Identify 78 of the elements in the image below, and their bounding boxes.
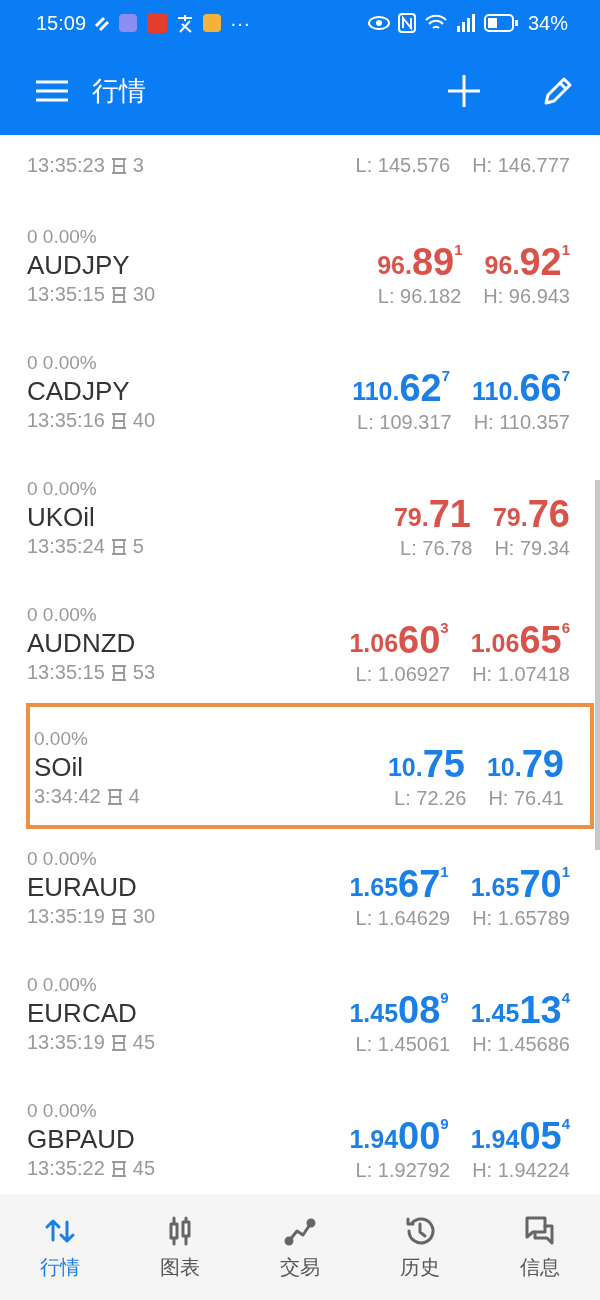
symbol-name[interactable]: GBPAUD: [27, 1124, 350, 1155]
nav-tab[interactable]: 图表: [130, 1212, 230, 1282]
ask-price: 10.79: [486, 744, 564, 783]
symbol-name[interactable]: SOil: [34, 752, 388, 783]
low-price: L: 1.06927: [355, 662, 451, 686]
high-price: H: 79.34: [494, 536, 570, 560]
change-percent: 0 0.00%: [27, 226, 98, 248]
bid-price: 10.75: [387, 744, 465, 783]
quote-time: 13:35:16: [27, 409, 105, 432]
quote-time: 13:35:22: [27, 1157, 105, 1180]
quote-time: 13:35:23: [27, 154, 105, 177]
low-price: L: 72.26: [394, 786, 467, 810]
spread-value: 45: [132, 1031, 156, 1054]
quote-time: 13:35:15: [27, 661, 105, 684]
status-time: 15:09: [36, 11, 87, 35]
spread-value: 4: [128, 785, 140, 808]
low-price: L: 1.92792: [355, 1158, 451, 1182]
spread-value: 53: [132, 661, 156, 684]
bid-price: 79.71: [393, 494, 471, 533]
spread-value: 30: [132, 283, 156, 306]
spread-icon: [110, 411, 127, 430]
spread-icon: [110, 1033, 127, 1052]
spread-value: 3: [132, 154, 144, 177]
quote-time: 13:35:24: [27, 535, 105, 558]
nav-tab[interactable]: 信息: [490, 1212, 590, 1282]
spread-icon: [106, 787, 123, 806]
high-price: H: 1.94224: [472, 1158, 570, 1182]
spread-icon: [110, 156, 127, 175]
quote-time: 13:35:19: [27, 905, 105, 928]
spread-icon: [110, 537, 127, 556]
change-percent: 0 0.00%: [27, 974, 98, 996]
battery-percentage: 34%: [527, 11, 568, 35]
ask-price: 79.76: [492, 494, 570, 533]
spread-value: 30: [132, 905, 156, 928]
signal-icon: [455, 12, 476, 34]
spread-icon: [110, 285, 127, 304]
change-percent: 0.00%: [34, 728, 89, 750]
low-price: L: 76.78: [400, 536, 473, 560]
spread-icon: [110, 907, 127, 926]
nfc-icon: [397, 12, 416, 34]
quote-time: 13:35:19: [27, 1031, 105, 1054]
high-price: H: 96.943: [483, 284, 570, 308]
quote-time: 13:35:15: [27, 283, 105, 306]
high-price: H: 110.357: [473, 410, 570, 434]
spread-value: 40: [132, 409, 156, 432]
highlighted-quote-row[interactable]: 0.00% SOil 3:34:42 4 10.75 10.79 L: 72.26 H: 76.41: [26, 703, 594, 829]
spread-icon: [110, 1159, 127, 1178]
change-percent: 0 0.00%: [27, 848, 98, 870]
low-price: L: 1.64629: [355, 906, 451, 930]
nav-tab[interactable]: 行情: [10, 1212, 110, 1282]
low-price: L: 109.317: [357, 410, 452, 434]
quote-time: 3:34:42: [34, 785, 101, 808]
spread-icon: [110, 663, 127, 682]
high-price: H: 146.777: [472, 154, 570, 177]
low-price: L: 96.182: [377, 284, 462, 308]
symbol-name[interactable]: CADJPY: [27, 376, 353, 407]
change-percent: 0 0.00%: [27, 604, 98, 626]
low-price: L: 145.576: [355, 154, 451, 177]
symbol-name[interactable]: UKOil: [27, 502, 394, 533]
battery-icon: [483, 12, 520, 34]
spread-value: 45: [132, 1157, 156, 1180]
symbol-name[interactable]: EURAUD: [27, 872, 350, 903]
spread-value: 5: [132, 535, 144, 558]
high-price: H: 76.41: [488, 786, 564, 810]
nav-tab[interactable]: 交易: [250, 1212, 350, 1282]
change-percent: 0 0.00%: [27, 352, 98, 374]
high-price: H: 1.65789: [472, 906, 570, 930]
more-notifications: ···: [230, 11, 251, 35]
high-price: H: 1.45686: [472, 1032, 570, 1056]
symbol-name[interactable]: EURCAD: [27, 998, 350, 1029]
change-percent: 0 0.00%: [27, 1100, 98, 1122]
symbol-name[interactable]: AUDNZD: [27, 628, 350, 659]
low-price: L: 1.45061: [355, 1032, 451, 1056]
change-percent: 0 0.00%: [27, 478, 98, 500]
high-price: H: 1.07418: [472, 662, 570, 686]
nav-tab[interactable]: 历史: [370, 1212, 470, 1282]
symbol-name[interactable]: AUDJPY: [27, 250, 378, 281]
screen-title: 行情: [92, 74, 146, 108]
